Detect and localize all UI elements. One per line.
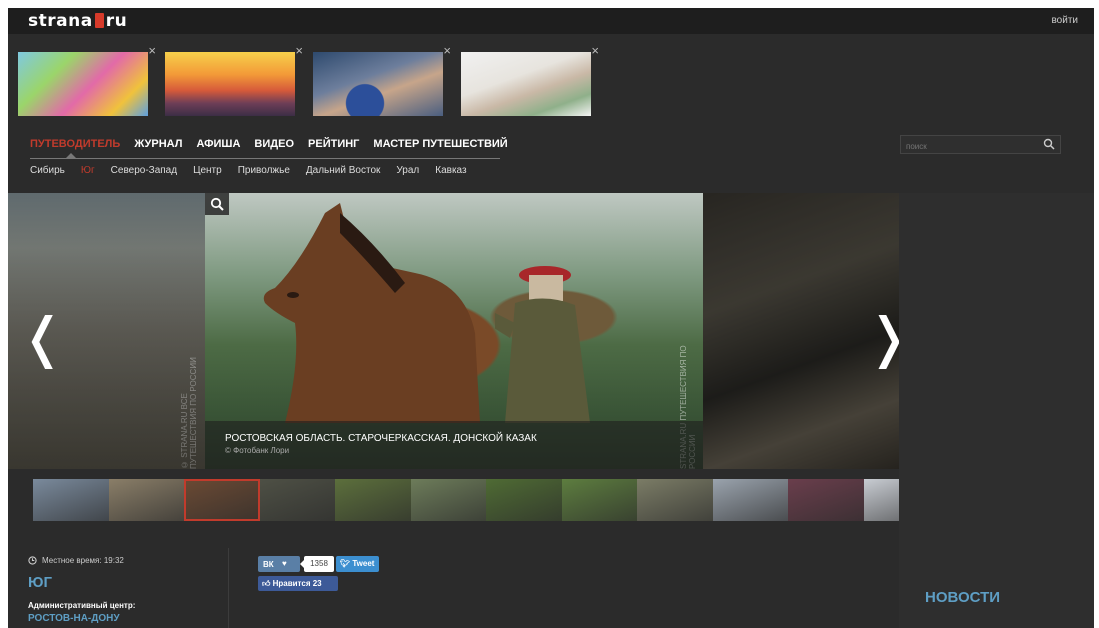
admin-center-link[interactable]: РОСТОВ-НА-ДОНУ bbox=[28, 613, 120, 624]
ad-image-sunset[interactable] bbox=[165, 52, 295, 116]
region-item-caucasus[interactable]: Кавказ bbox=[435, 165, 466, 176]
clock-icon bbox=[28, 556, 37, 565]
ad-image-keyboard[interactable] bbox=[18, 52, 148, 116]
admin-center-label: Административный центр: bbox=[28, 601, 136, 610]
ad-slot-3[interactable]: × bbox=[313, 44, 451, 116]
region-item-ural[interactable]: Урал bbox=[396, 165, 419, 176]
logo-text-left: strana bbox=[28, 11, 93, 31]
nav-active-caret-icon bbox=[66, 153, 76, 158]
nav-item-journal[interactable]: ЖУРНАЛ bbox=[134, 138, 182, 154]
search-icon[interactable] bbox=[1043, 138, 1055, 150]
vk-share-count: 1358 bbox=[300, 556, 334, 572]
vk-label: ВК bbox=[263, 560, 274, 569]
main-nav: ПУТЕВОДИТЕЛЬ ЖУРНАЛ АФИША ВИДЕО РЕЙТИНГ … bbox=[30, 138, 508, 154]
facebook-like-button[interactable]: 👍︎ Нравится 23 bbox=[258, 576, 338, 591]
close-icon[interactable]: × bbox=[295, 44, 303, 57]
ad-slot-4[interactable]: × bbox=[461, 44, 599, 116]
photo-slider: © STRANA.RU ВСЕ ПУТЕШЕСТВИЯ ПО РОССИИ ST… bbox=[8, 193, 899, 469]
cossack-horse-illustration bbox=[263, 203, 480, 423]
search-input[interactable] bbox=[901, 138, 1036, 155]
thumbnail-8[interactable] bbox=[561, 479, 637, 521]
region-item-siberia[interactable]: Сибирь bbox=[30, 165, 65, 176]
twitter-bird-icon: 🐦︎ bbox=[340, 559, 351, 568]
nav-item-afisha[interactable]: АФИША bbox=[196, 138, 240, 154]
nav-item-guide[interactable]: ПУТЕВОДИТЕЛЬ bbox=[30, 138, 120, 154]
region-info: Местное время: 19:32 ЮГ Административный… bbox=[8, 543, 899, 628]
news-heading[interactable]: НОВОСТИ bbox=[925, 589, 1000, 606]
region-nav: Сибирь Юг Северо-Запад Центр Приволжье Д… bbox=[30, 165, 467, 176]
caption-title: РОСТОВСКАЯ ОБЛАСТЬ. СТАРОЧЕРКАССКАЯ. ДОН… bbox=[225, 433, 537, 444]
local-time-text: Местное время: 19:32 bbox=[42, 556, 124, 565]
thumbnail-2[interactable] bbox=[108, 479, 184, 521]
close-icon[interactable]: × bbox=[591, 44, 599, 57]
zoom-button[interactable] bbox=[205, 193, 229, 215]
nav-divider bbox=[30, 158, 500, 159]
heart-icon: ♥ bbox=[282, 559, 287, 568]
ad-image-circuit[interactable] bbox=[461, 52, 591, 116]
slide-caption: РОСТОВСКАЯ ОБЛАСТЬ. СТАРОЧЕРКАССКАЯ. ДОН… bbox=[205, 421, 703, 469]
thumbnail-strip bbox=[33, 479, 939, 521]
thumbnail-6[interactable] bbox=[410, 479, 486, 521]
nav-item-rating[interactable]: РЕЙТИНГ bbox=[308, 138, 359, 154]
close-icon[interactable]: × bbox=[148, 44, 156, 57]
tweet-label: Tweet bbox=[352, 559, 375, 568]
top-bar: strana ru войти bbox=[8, 8, 1094, 34]
thumbnail-11[interactable] bbox=[788, 479, 864, 521]
fb-like-label: Нравится 23 bbox=[272, 579, 322, 588]
close-icon[interactable]: × bbox=[443, 44, 451, 57]
watermark-left: © STRANA.RU ВСЕ ПУТЕШЕСТВИЯ ПО РОССИИ bbox=[180, 357, 198, 469]
right-panel bbox=[899, 193, 1094, 628]
caption-credit: © Фотобанк Лори bbox=[225, 446, 290, 455]
nav-item-video[interactable]: ВИДЕО bbox=[254, 138, 294, 154]
region-item-center[interactable]: Центр bbox=[193, 165, 222, 176]
logo-text-right: ru bbox=[105, 11, 128, 31]
thumbs-up-icon: 👍︎ bbox=[262, 579, 271, 588]
region-item-northwest[interactable]: Северо-Запад bbox=[111, 165, 177, 176]
thumbnail-1[interactable] bbox=[33, 479, 109, 521]
logo-mark-icon bbox=[94, 13, 104, 28]
search-box bbox=[900, 135, 1061, 155]
thumbnail-7[interactable] bbox=[486, 479, 562, 521]
thumbnail-3[interactable] bbox=[184, 479, 260, 521]
ad-slot-2[interactable]: × bbox=[165, 44, 303, 116]
region-item-volga[interactable]: Приволжье bbox=[238, 165, 290, 176]
region-title: ЮГ bbox=[28, 574, 52, 591]
region-item-far-east[interactable]: Дальний Восток bbox=[306, 165, 381, 176]
divider bbox=[228, 548, 229, 628]
ad-image-coral[interactable] bbox=[313, 52, 443, 116]
vk-share-button[interactable]: ВК ♥ bbox=[258, 556, 300, 572]
cossack-figure bbox=[495, 266, 590, 423]
slider-next-button[interactable]: ❭ bbox=[866, 311, 899, 365]
thumbnail-9[interactable] bbox=[637, 479, 713, 521]
local-time: Местное время: 19:32 bbox=[28, 556, 124, 565]
thumbnail-10[interactable] bbox=[712, 479, 788, 521]
slider-prev-button[interactable]: ❬ bbox=[20, 311, 65, 365]
zoom-icon bbox=[210, 197, 224, 211]
thumbnail-5[interactable] bbox=[335, 479, 411, 521]
region-item-south[interactable]: Юг bbox=[81, 165, 95, 176]
page-frame: strana ru войти × × × × ПУТЕВОДИТЕЛЬ ЖУРН… bbox=[8, 8, 1094, 628]
nav-item-travel-master[interactable]: МАСТЕР ПУТЕШЕСТВИЙ bbox=[373, 138, 507, 154]
login-link[interactable]: войти bbox=[1051, 15, 1078, 26]
tweet-button[interactable]: 🐦︎ Tweet bbox=[336, 556, 379, 572]
ad-slot-1[interactable]: × bbox=[18, 44, 156, 116]
site-logo[interactable]: strana ru bbox=[28, 11, 127, 31]
thumbnail-4[interactable] bbox=[259, 479, 335, 521]
